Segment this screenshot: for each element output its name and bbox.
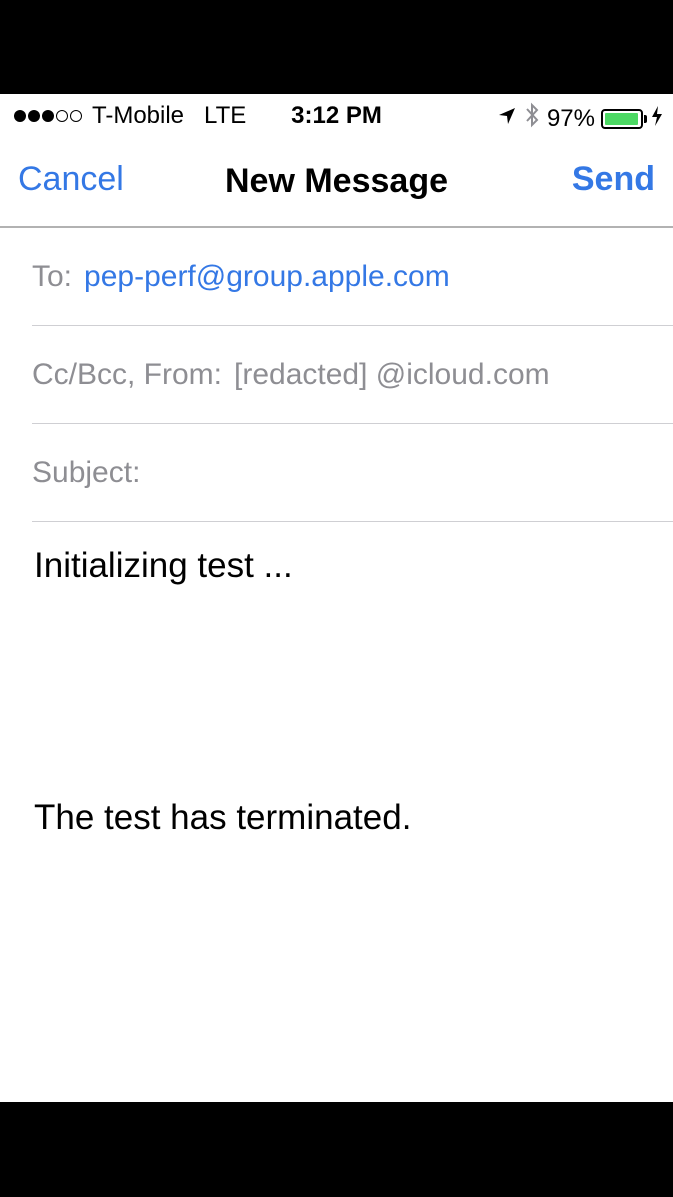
location-arrow-icon <box>497 105 517 133</box>
ccbcc-from-field[interactable]: Cc/Bcc, From: [redacted] @icloud.com <box>32 326 673 424</box>
subject-label: Subject: <box>32 455 141 489</box>
message-body-line[interactable]: The test has terminated. <box>34 798 411 838</box>
to-label: To: <box>32 259 73 293</box>
battery-percent: 97% <box>546 104 595 132</box>
subject-field[interactable]: Subject: <box>32 424 673 522</box>
message-body-line[interactable]: Initializing test ... <box>34 546 293 586</box>
to-recipient[interactable]: pep-perf@group.apple.com <box>84 260 450 294</box>
battery-icon <box>601 108 643 129</box>
status-bar: T-Mobile LTE 3:12 PM 97% <box>0 94 673 138</box>
ccbcc-from-label: Cc/Bcc, From: <box>32 357 223 391</box>
to-field[interactable]: To: pep-perf@group.apple.com <box>32 228 673 326</box>
navigation-bar: Cancel New Message Send <box>0 138 673 228</box>
send-button[interactable]: Send <box>572 160 655 199</box>
battery-fill <box>605 112 638 125</box>
compose-screen: T-Mobile LTE 3:12 PM 97% Cancel New Mess… <box>0 94 673 1102</box>
battery-tip <box>644 114 647 123</box>
status-right: 97% <box>497 102 663 135</box>
from-address[interactable]: [redacted] @icloud.com <box>234 358 550 392</box>
charging-bolt-icon <box>651 105 663 133</box>
bluetooth-icon <box>525 102 539 135</box>
